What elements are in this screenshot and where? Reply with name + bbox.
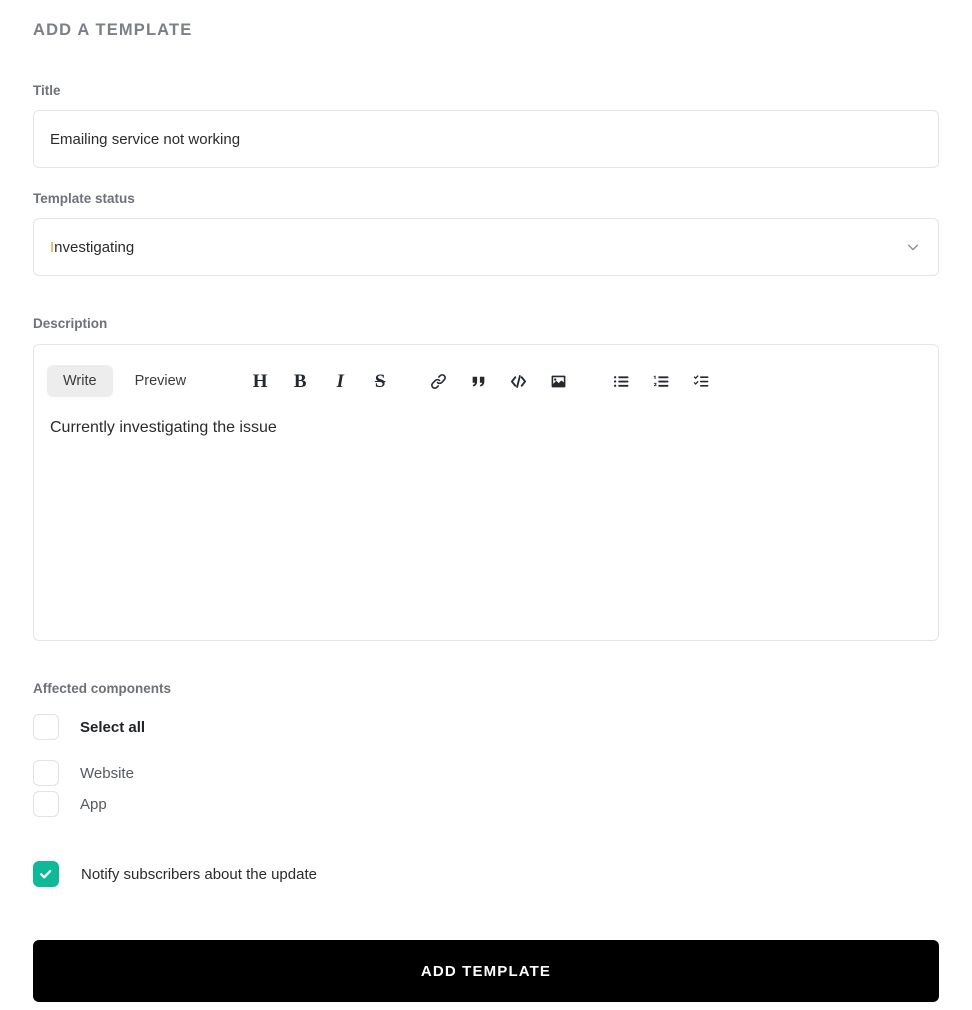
link-icon[interactable] bbox=[424, 367, 452, 395]
quote-icon[interactable] bbox=[464, 367, 492, 395]
title-field-label: Title bbox=[33, 83, 61, 98]
checkbox-label-select-all: Select all bbox=[80, 718, 146, 736]
add-template-button[interactable]: ADD TEMPLATE bbox=[33, 940, 939, 1002]
checkbox-label-website: Website bbox=[80, 764, 134, 782]
title-input-value: Emailing service not working bbox=[50, 130, 241, 148]
add-template-page: ADD A TEMPLATE Title Emailing service no… bbox=[0, 0, 972, 1010]
submit-button-wrap: ADD TEMPLATE bbox=[33, 940, 939, 1002]
editor-list-group bbox=[607, 367, 715, 395]
checkbox-box-notify[interactable] bbox=[33, 861, 59, 887]
template-status-select[interactable]: Investigating bbox=[33, 218, 939, 276]
heading-icon[interactable]: H bbox=[246, 367, 274, 395]
status-select-value-text: nvestigating bbox=[54, 238, 135, 256]
checkbox-box-app[interactable] bbox=[33, 791, 59, 817]
task-list-icon[interactable] bbox=[687, 367, 715, 395]
checkbox-box-website[interactable] bbox=[33, 760, 59, 786]
tab-write[interactable]: Write bbox=[47, 364, 113, 398]
description-editor: Write Preview H B I S Currently investig… bbox=[33, 344, 939, 641]
title-input[interactable]: Emailing service not working bbox=[33, 110, 939, 168]
description-field-label: Description bbox=[33, 316, 108, 331]
checkbox-label-app: App bbox=[80, 795, 107, 813]
affected-components-label: Affected components bbox=[33, 681, 172, 696]
checkbox-app[interactable]: App bbox=[33, 791, 107, 817]
description-textarea[interactable]: Currently investigating the issue bbox=[34, 417, 938, 439]
editor-text-style-group: H B I S bbox=[246, 367, 394, 395]
image-icon[interactable] bbox=[544, 367, 572, 395]
checkbox-website[interactable]: Website bbox=[33, 760, 134, 786]
ordered-list-icon[interactable] bbox=[647, 367, 675, 395]
italic-icon[interactable]: I bbox=[326, 367, 354, 395]
editor-toolbar: Write Preview H B I S bbox=[34, 345, 938, 417]
status-field-label: Template status bbox=[33, 191, 135, 206]
page-title: ADD A TEMPLATE bbox=[33, 21, 193, 39]
checkbox-label-notify: Notify subscribers about the update bbox=[81, 865, 317, 883]
editor-insert-group bbox=[424, 367, 572, 395]
bold-icon[interactable]: B bbox=[286, 367, 314, 395]
tab-preview[interactable]: Preview bbox=[119, 365, 203, 398]
status-select-value: Investigating bbox=[50, 239, 134, 256]
chevron-down-icon[interactable] bbox=[906, 240, 920, 254]
checkbox-box-select-all[interactable] bbox=[33, 714, 59, 740]
unordered-list-icon[interactable] bbox=[607, 367, 635, 395]
code-icon[interactable] bbox=[504, 367, 532, 395]
checkbox-notify-subscribers[interactable]: Notify subscribers about the update bbox=[33, 861, 317, 887]
checkbox-select-all[interactable]: Select all bbox=[33, 714, 145, 740]
description-value: Currently investigating the issue bbox=[50, 419, 277, 436]
strikethrough-icon[interactable]: S bbox=[366, 367, 394, 395]
